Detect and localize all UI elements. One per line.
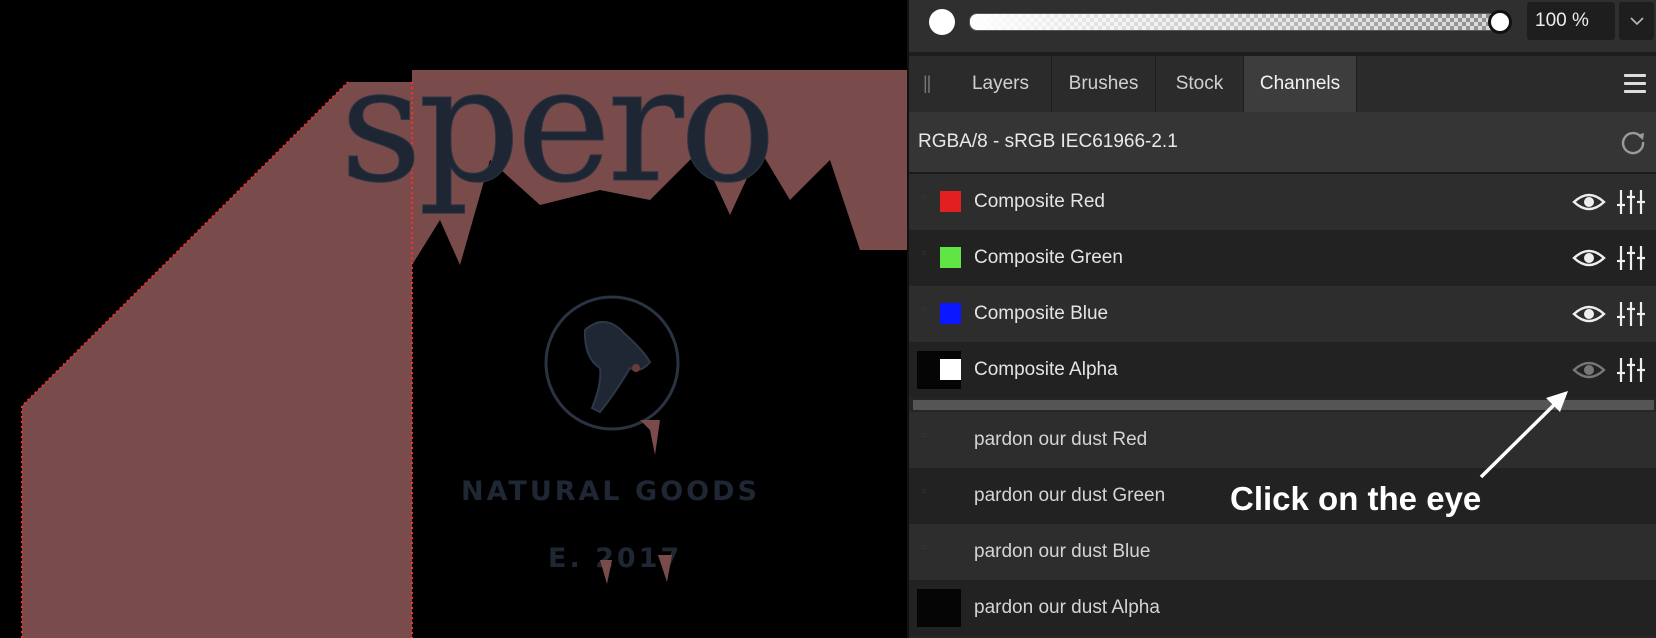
channel-swatch-blue [940, 303, 961, 324]
opacity-value-field[interactable]: 100 % [1527, 2, 1615, 40]
channel-adjust-icon[interactable] [1616, 244, 1646, 272]
annotation-text: Click on the eye [1230, 480, 1482, 517]
channel-label: pardon our dust Green [974, 485, 1166, 506]
document-canvas[interactable]: spero NATURAL GOODS E. 2017 [0, 0, 907, 638]
tab-brushes[interactable]: Brushes [1052, 56, 1156, 112]
channel-row-layer-alpha[interactable]: pardon our dust Alpha [909, 580, 1656, 636]
channel-adjust-icon[interactable] [1616, 300, 1646, 328]
chevron-down-icon[interactable] [1619, 2, 1654, 40]
channel-label: Composite Alpha [974, 359, 1118, 380]
channel-swatch-red [940, 191, 961, 212]
document-icon: ▫ [921, 426, 926, 442]
brush-color-swatch[interactable] [929, 9, 955, 35]
canvas-artwork: spero NATURAL GOODS E. 2017 [21, 31, 907, 638]
canvas-drip-emblem [640, 420, 660, 455]
channel-swatch-green [940, 247, 961, 268]
logo-bird [583, 321, 652, 414]
document-icon: ▫ [921, 538, 926, 554]
logo-subtitle: NATURAL GOODS [461, 476, 760, 507]
channel-label: Composite Green [974, 247, 1123, 268]
drag-handle-icon[interactable]: || [923, 73, 931, 94]
channel-row-layer-red[interactable]: ▫ pardon our dust Red [909, 412, 1656, 468]
document-icon: ▫ [921, 188, 926, 204]
channel-adjust-icon[interactable] [1616, 188, 1646, 216]
hamburger-menu-icon[interactable] [1624, 74, 1646, 94]
channel-section-divider [913, 400, 1654, 410]
channel-adjust-icon[interactable] [1616, 356, 1646, 384]
refresh-icon[interactable] [1620, 129, 1646, 155]
opacity-slider[interactable] [969, 13, 1507, 31]
document-icon: ▫ [921, 482, 926, 498]
channel-label: pardon our dust Alpha [974, 597, 1160, 618]
eye-icon[interactable] [1572, 358, 1606, 382]
channel-label: pardon our dust Red [974, 429, 1148, 450]
channel-row-composite-red[interactable]: ▫ Composite Red [909, 174, 1656, 230]
channel-row-composite-green[interactable]: ▫ Composite Green [909, 230, 1656, 286]
channel-row-composite-blue[interactable]: ▫ Composite Blue [909, 286, 1656, 342]
panel-tab-bar: || Layers Brushes Stock Channels [909, 56, 1656, 112]
logo-word: spero [340, 31, 772, 218]
alpha-thumbnail [917, 589, 961, 627]
tab-layers[interactable]: Layers [950, 56, 1052, 112]
channel-row-composite-alpha[interactable]: Composite Alpha [909, 342, 1656, 398]
opacity-field-group: 100 % [1527, 2, 1654, 40]
eye-icon[interactable] [1572, 302, 1606, 326]
opacity-toolbar: 100 % [909, 0, 1656, 56]
logo-bird-accent [632, 364, 640, 372]
colorspace-header: RGBA/8 - sRGB IEC61966-2.1 [909, 112, 1656, 174]
colorspace-label: RGBA/8 - sRGB IEC61966-2.1 [918, 131, 1178, 152]
document-icon: ▫ [921, 300, 926, 316]
channel-row-layer-blue[interactable]: ▫ pardon our dust Blue [909, 524, 1656, 580]
channel-label: Composite Red [974, 191, 1105, 212]
channel-label: Composite Blue [974, 303, 1109, 324]
tab-stock[interactable]: Stock [1156, 56, 1244, 112]
document-icon: ▫ [921, 244, 926, 260]
opacity-slider-knob[interactable] [1488, 10, 1512, 34]
channel-swatch-alpha [940, 359, 961, 380]
studio-panel: 100 % || Layers Brushes Stock Channels R… [907, 0, 1656, 638]
channel-label: pardon our dust Blue [974, 541, 1151, 562]
eye-icon[interactable] [1572, 190, 1606, 214]
tab-channels[interactable]: Channels [1244, 56, 1357, 112]
eye-icon[interactable] [1572, 246, 1606, 270]
